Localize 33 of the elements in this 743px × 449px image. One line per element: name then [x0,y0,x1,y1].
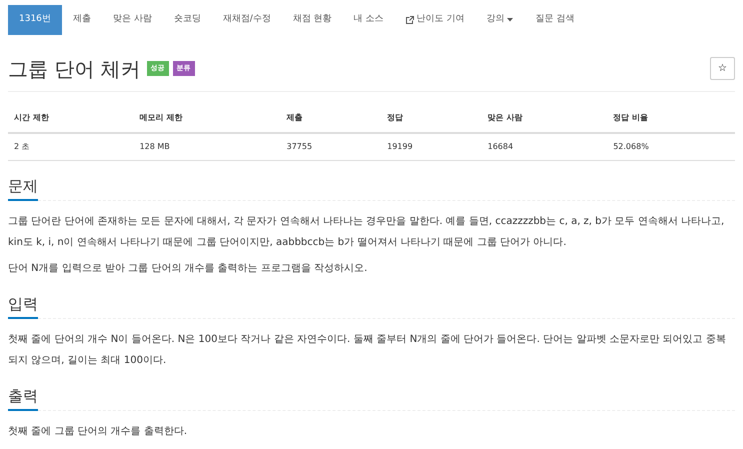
paragraph: 첫째 줄에 그룹 단어의 개수를 출력한다. [8,424,188,438]
nav-tab[interactable]: 채점 현황 [282,5,343,34]
nav-tab[interactable]: 강의 [475,5,524,34]
column-header: 메모리 제한 [134,104,281,132]
caret-icon [507,18,514,22]
table-cell: 52.068% [607,132,735,160]
column-header: 정답 비율 [607,104,735,132]
table-cell: 128 MB [134,132,281,160]
nav-tab[interactable]: 제출 [62,5,102,34]
table-cell: 37755 [280,132,382,160]
external-link-icon [406,16,414,24]
column-header: 정답 [381,104,482,132]
paragraph: 첫째 줄에 단어의 개수 N이 들어온다. N은 100보다 작거나 같은 자연수이다. 둘째 줄부터 N개의 줄에 단어가 들어온다. 단어는 알파벳 소문자로만 되어있고 중복되지 않으며, 길이는 최대 100이다. [8,332,727,368]
section-heading: 문제 [8,176,38,200]
column-header: 맞은 사람 [482,104,608,132]
nav-tab[interactable]: 난이도 기여 [394,5,476,34]
nav-tab[interactable]: 1316번 [8,5,62,34]
column-header: 시간 제한 [8,104,134,132]
paragraph: 그룹 단어란 단어에 존재하는 모든 문자에 대해서, 각 문자가 연속해서 나타나는 경우만을 말한다. 예를 들면, ccazzzzbb는 c, a, z, b가 모두 연속해서 나타나고, kin도 k, i, n이 연속해서 나타나기 때문에 그룹 단어이지만, aabbbccb는 b가 떨어져서 나타나기 때문에 그룹 단어가 아니다. [8,214,726,250]
table-cell: 2 초 [8,132,134,160]
table-cell: 19199 [381,132,482,160]
table-cell: 16684 [482,132,608,160]
nav-tab[interactable]: 질문 검색 [524,5,586,34]
section-heading: 출력 [8,386,38,410]
problem-title: 그룹 단어 체커 [8,56,141,80]
star-button[interactable]: ☆ [710,57,735,80]
nav-tab[interactable]: 재채점/수정 [212,5,282,34]
nav-tab[interactable]: 맞은 사람 [102,5,163,34]
nav-tab[interactable]: 내 소스 [342,5,395,34]
nav-tab[interactable]: 숏코딩 [162,5,212,34]
section-heading: 입력 [8,294,38,318]
column-header: 제출 [280,104,382,132]
paragraph: 단어 N개를 입력으로 받아 그룹 단어의 개수를 출력하는 프로그램을 작성하시오. [8,262,368,276]
